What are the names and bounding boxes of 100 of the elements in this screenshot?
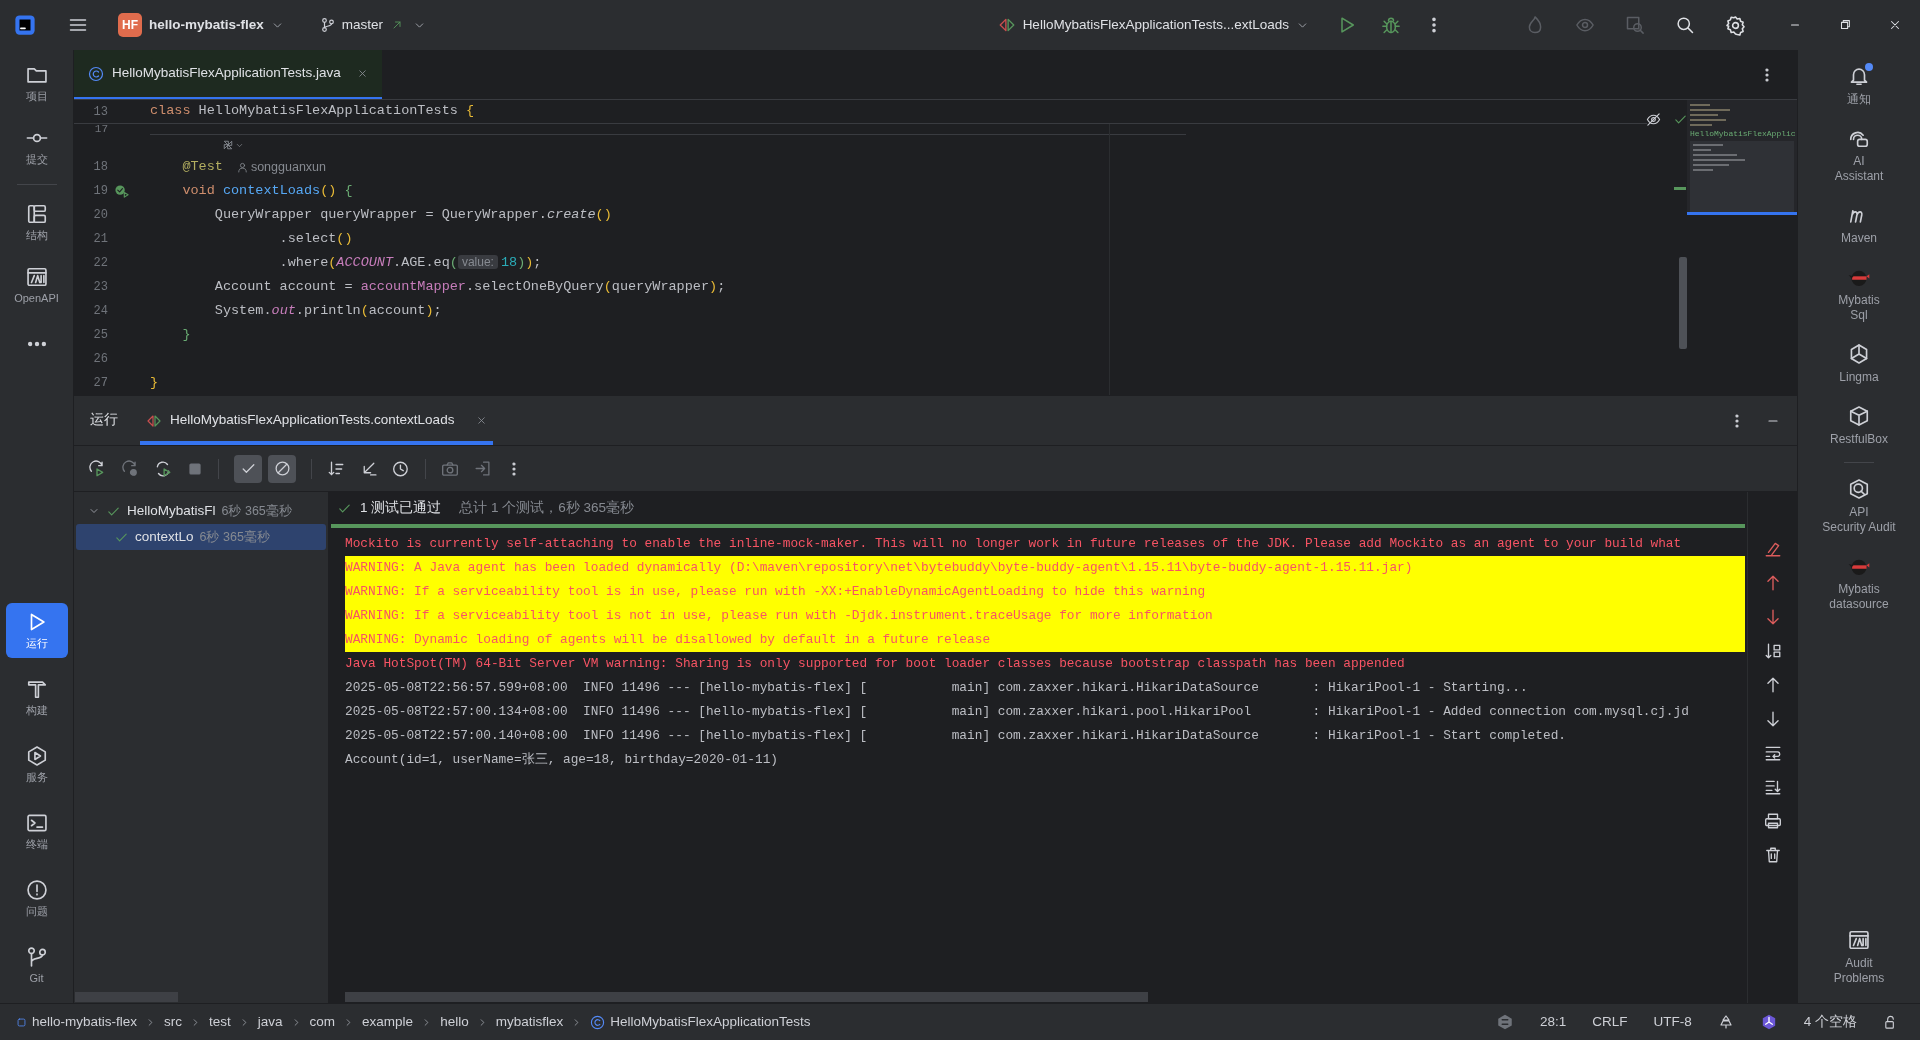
test-passed-run-icon[interactable] (114, 183, 129, 199)
run-configuration[interactable]: HelloMybatisFlexApplicationTests...extLoads (997, 14, 1309, 36)
breadcrumb[interactable]: hello (440, 1011, 469, 1033)
export-icon[interactable] (474, 460, 491, 477)
change-marker (1674, 187, 1686, 190)
project-switcher[interactable]: HF hello-mybatis-flex (114, 9, 288, 41)
soft-wrap-icon[interactable] (1763, 744, 1782, 762)
scrollbar-thumb[interactable] (1679, 257, 1687, 349)
ban-icon (273, 460, 291, 477)
maven-button[interactable]: Maven (1804, 199, 1914, 251)
breadcrumb[interactable]: com (309, 1011, 336, 1033)
breadcrumb[interactable]: example (362, 1011, 414, 1033)
line-number: 23 (92, 279, 108, 296)
panel-title: 运行 (90, 411, 118, 430)
debug-bug-icon[interactable] (1381, 15, 1401, 35)
cube-button[interactable]: RestfulBox (1804, 400, 1914, 452)
close-icon[interactable] (356, 68, 368, 79)
breadcrumb[interactable]: java (257, 1011, 283, 1033)
minimap[interactable]: HelloMybatisFlexApplic (1687, 100, 1797, 215)
git-branch-button[interactable]: Git (5, 938, 68, 993)
app-logo-icon[interactable] (14, 14, 36, 36)
services-button[interactable]: 服务 (5, 737, 68, 792)
line-number: 13 (92, 103, 108, 121)
clear-icon[interactable] (1763, 540, 1782, 558)
rerun-failed-icon[interactable] (121, 459, 139, 478)
shield-icon (1848, 478, 1870, 500)
camera-icon[interactable] (441, 459, 459, 478)
rerun-icon[interactable] (88, 459, 106, 478)
problems-button[interactable]: 问题 (5, 871, 68, 926)
scrollbar-thumb[interactable] (75, 992, 178, 1002)
test-tree-item[interactable]: contextLo 6秒 365毫秒 (76, 524, 326, 550)
ai-status-icon[interactable] (1495, 1013, 1514, 1031)
api-document-icon (25, 266, 48, 288)
line-number: 21 (92, 231, 108, 248)
breadcrumb[interactable]: mybatisflex (495, 1011, 564, 1033)
scroll-to-end-icon[interactable] (1763, 778, 1782, 796)
line-number: 25 (92, 327, 108, 344)
bell-icon (1848, 65, 1870, 87)
author-hint[interactable]: songguanxun (236, 157, 326, 177)
breadcrumb[interactable]: src (164, 1011, 183, 1033)
file-encoding[interactable]: UTF-8 (1653, 1011, 1692, 1033)
settings-icon[interactable] (1725, 14, 1746, 36)
hammer-icon (25, 678, 48, 700)
sort-icon[interactable] (1763, 642, 1782, 660)
scrollbar-thumb[interactable] (345, 992, 1148, 1002)
trash-icon[interactable] (1763, 846, 1782, 864)
branch-switcher[interactable]: master (319, 14, 427, 36)
hammer-button[interactable]: 构建 (5, 670, 68, 725)
close-icon[interactable] (1888, 18, 1902, 32)
sort-icon[interactable] (327, 459, 345, 478)
search-icon[interactable] (1675, 15, 1695, 35)
code-line: } (150, 373, 159, 392)
api-document-icon (1848, 929, 1870, 951)
api-document-button[interactable]: OpenAPI (5, 260, 68, 311)
bird-button[interactable]: Mybatis datasource (1804, 550, 1914, 617)
code-vision-hint[interactable] (222, 139, 244, 152)
shield-button[interactable]: API Security Audit (1804, 473, 1914, 540)
line-number: 20 (92, 207, 108, 224)
code-line: System.out.println(account); (213, 301, 442, 320)
class-icon (590, 1014, 606, 1030)
eye-slash-icon[interactable] (1646, 112, 1661, 127)
code-line: class HelloMybatisFlexApplicationTests { (150, 102, 475, 121)
caret-position[interactable]: 28:1 (1539, 1011, 1567, 1033)
indent-setting[interactable]: 4 个空格 (1803, 1011, 1857, 1033)
editor-tab[interactable]: HelloMybatisFlexApplicationTests.java (74, 50, 382, 99)
test-summary: 总计 1 个测试，6秒 365毫秒 (459, 498, 635, 517)
bell-button[interactable]: 通知 (1804, 60, 1914, 112)
toggle-auto-test-icon[interactable] (154, 459, 172, 478)
restore-icon[interactable] (1838, 18, 1852, 32)
close-icon[interactable] (476, 415, 488, 426)
code-line: } (181, 325, 191, 344)
project-badge: HF (118, 13, 142, 37)
console-line: Java HotSpot(TM) 64-Bit Server VM warning: Sharing is only supported for boot loader classes because bootstrap classpath has been appended (345, 655, 1406, 673)
breadcrumb[interactable]: hello-mybatis-flex (16, 1011, 138, 1033)
minimap-label: HelloMybatisFlexApplic (1690, 129, 1794, 138)
stop-icon[interactable] (187, 460, 203, 477)
api-document-button[interactable]: Audit Problems (1804, 924, 1914, 991)
module-icon (16, 1016, 27, 1028)
folder-button[interactable]: 项目 (5, 58, 68, 109)
show-passed-button[interactable] (234, 454, 262, 483)
breadcrumb[interactable]: HelloMybatisFlexApplicationTests (590, 1011, 811, 1033)
line-number: 24 (92, 303, 108, 320)
lingma-button[interactable]: Lingma (1804, 338, 1914, 390)
structure-button[interactable]: 结构 (5, 197, 68, 248)
show-ignored-button[interactable] (268, 454, 296, 483)
bird-button[interactable]: Mybatis Sql (1804, 261, 1914, 328)
test-duration: 6秒 365毫秒 (221, 502, 292, 520)
test-tree-item[interactable]: HelloMybatisFl 6秒 365毫秒 (76, 498, 326, 524)
line-separator[interactable]: CRLF (1592, 1011, 1628, 1033)
commit-button[interactable]: 提交 (5, 121, 68, 172)
history-icon[interactable] (392, 459, 410, 478)
breadcrumb[interactable]: test (209, 1011, 231, 1033)
code-line: void contextLoads() { (181, 181, 353, 200)
test-config-icon (997, 16, 1016, 34)
print-icon[interactable] (1763, 812, 1782, 830)
cube-icon (1848, 405, 1870, 427)
chat-bubbles-button[interactable]: AI Assistant (1804, 122, 1914, 189)
run-button[interactable]: 运行 (5, 603, 68, 658)
code-line: .select() (278, 229, 353, 248)
terminal-button[interactable]: 终端 (5, 804, 68, 859)
